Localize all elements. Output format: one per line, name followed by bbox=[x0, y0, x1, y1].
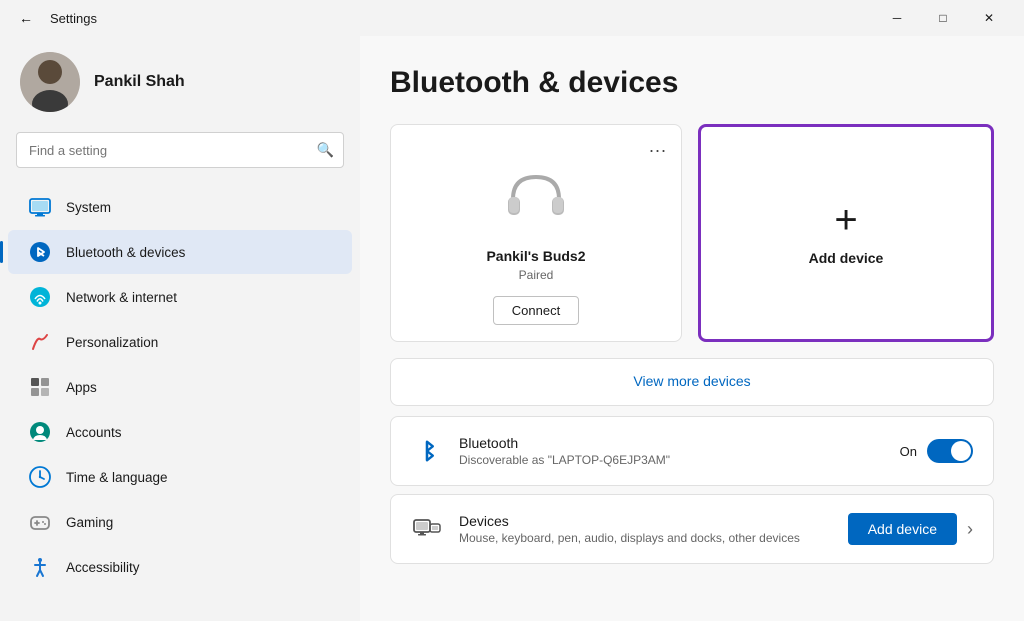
sidebar-item-system[interactable]: System bbox=[8, 185, 352, 229]
user-name: Pankil Shah bbox=[94, 73, 185, 91]
sidebar-item-bluetooth[interactable]: Bluetooth & devices bbox=[8, 230, 352, 274]
content-area: Bluetooth & devices ... Pankil's Buds2 P… bbox=[360, 36, 1024, 621]
bluetooth-toggle[interactable] bbox=[927, 439, 973, 463]
sidebar-item-personalization[interactable]: Personalization bbox=[8, 320, 352, 364]
devices-settings-row[interactable]: Devices Mouse, keyboard, pen, audio, dis… bbox=[390, 494, 994, 564]
sidebar-nav: System Bluetooth & devices bbox=[0, 184, 360, 590]
sidebar-item-apps[interactable]: Apps bbox=[8, 365, 352, 409]
page-title: Bluetooth & devices bbox=[390, 66, 994, 100]
minimize-button[interactable]: ─ bbox=[874, 0, 920, 36]
bluetooth-row-sub: Discoverable as "LAPTOP-Q6EJP3AM" bbox=[459, 453, 884, 467]
bluetooth-row-icon bbox=[411, 435, 443, 467]
bluetooth-row-text: Bluetooth Discoverable as "LAPTOP-Q6EJP3… bbox=[459, 435, 884, 467]
user-profile: Pankil Shah bbox=[0, 36, 360, 132]
add-device-label: Add device bbox=[809, 250, 884, 266]
sidebar-item-personalization-label: Personalization bbox=[66, 335, 158, 350]
sidebar-item-apps-label: Apps bbox=[66, 380, 97, 395]
devices-row-right: Add device › bbox=[848, 513, 973, 545]
app-title: Settings bbox=[50, 11, 97, 26]
search-input[interactable] bbox=[16, 132, 344, 168]
title-bar: ← Settings ─ □ ✕ bbox=[0, 0, 1024, 36]
bluetooth-status-label: On bbox=[900, 444, 917, 459]
avatar bbox=[20, 52, 80, 112]
bluetooth-settings-row: Bluetooth Discoverable as "LAPTOP-Q6EJP3… bbox=[390, 416, 994, 486]
headphone-icon bbox=[501, 161, 571, 236]
bluetooth-row-right: On bbox=[900, 439, 973, 463]
sidebar-item-accounts-label: Accounts bbox=[66, 425, 122, 440]
toggle-thumb bbox=[951, 441, 971, 461]
personalization-icon bbox=[28, 330, 52, 354]
close-button[interactable]: ✕ bbox=[966, 0, 1012, 36]
devices-row-icon bbox=[411, 513, 443, 545]
devices-row-title: Devices bbox=[459, 513, 832, 529]
window-controls: ─ □ ✕ bbox=[874, 0, 1012, 36]
add-device-card[interactable]: + Add device bbox=[698, 124, 994, 342]
view-more-link[interactable]: View more devices bbox=[633, 373, 750, 389]
devices-row-sub: Mouse, keyboard, pen, audio, displays an… bbox=[459, 531, 832, 545]
title-bar-left: ← Settings bbox=[12, 4, 97, 32]
devices-add-button[interactable]: Add device bbox=[848, 513, 957, 545]
sidebar-item-bluetooth-label: Bluetooth & devices bbox=[66, 245, 185, 260]
sidebar-item-system-label: System bbox=[66, 200, 111, 215]
accessibility-icon bbox=[28, 555, 52, 579]
device-cards: ... Pankil's Buds2 Paired Connect + bbox=[390, 124, 994, 342]
sidebar: Pankil Shah 🔍 System bbox=[0, 36, 360, 621]
sidebar-item-accessibility[interactable]: Accessibility bbox=[8, 545, 352, 589]
accounts-icon bbox=[28, 420, 52, 444]
device-card-buds: ... Pankil's Buds2 Paired Connect bbox=[390, 124, 682, 342]
sidebar-item-time-label: Time & language bbox=[66, 470, 168, 485]
device-name: Pankil's Buds2 bbox=[486, 248, 585, 264]
bluetooth-icon bbox=[28, 240, 52, 264]
sidebar-item-gaming[interactable]: Gaming bbox=[8, 500, 352, 544]
search-box: 🔍 bbox=[16, 132, 344, 168]
sidebar-item-time[interactable]: Time & language bbox=[8, 455, 352, 499]
device-menu-button[interactable]: ... bbox=[649, 137, 667, 155]
back-button[interactable]: ← bbox=[12, 4, 40, 32]
apps-icon bbox=[28, 375, 52, 399]
bluetooth-row-title: Bluetooth bbox=[459, 435, 884, 451]
sidebar-item-gaming-label: Gaming bbox=[66, 515, 113, 530]
sidebar-item-accounts[interactable]: Accounts bbox=[8, 410, 352, 454]
main-layout: Pankil Shah 🔍 System bbox=[0, 36, 1024, 621]
system-icon bbox=[28, 195, 52, 219]
sidebar-item-network-label: Network & internet bbox=[66, 290, 177, 305]
devices-row-text: Devices Mouse, keyboard, pen, audio, dis… bbox=[459, 513, 832, 545]
network-icon bbox=[28, 285, 52, 309]
device-status: Paired bbox=[519, 268, 554, 282]
time-icon bbox=[28, 465, 52, 489]
gaming-icon bbox=[28, 510, 52, 534]
sidebar-item-accessibility-label: Accessibility bbox=[66, 560, 140, 575]
plus-icon: + bbox=[834, 200, 857, 240]
sidebar-item-network[interactable]: Network & internet bbox=[8, 275, 352, 319]
devices-row-chevron: › bbox=[967, 519, 973, 540]
connect-button[interactable]: Connect bbox=[493, 296, 579, 325]
view-more-row: View more devices bbox=[390, 358, 994, 406]
maximize-button[interactable]: □ bbox=[920, 0, 966, 36]
